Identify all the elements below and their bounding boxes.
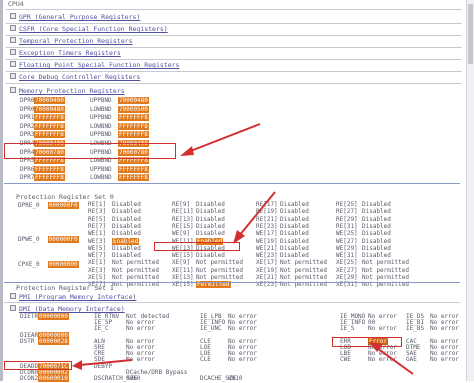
- dpr-bound-value: FFFFFFF8: [118, 131, 149, 139]
- arrow-annotation-4: [72, 359, 133, 370]
- dpr-bound-label: UPPBND: [90, 165, 112, 173]
- scrollbar-thumb[interactable]: [468, 4, 473, 64]
- section-pmi[interactable]: PMI (Program Memory Interface): [10, 292, 136, 302]
- section-row[interactable]: Temporal Protection Registers: [10, 36, 133, 46]
- prs-register-value: 000000F0: [47, 202, 79, 209]
- arrow-annotation-3: [369, 342, 414, 375]
- dpr4-highlight-box: [4, 143, 176, 159]
- section-row[interactable]: GPR (General Purpose Registers): [10, 12, 140, 22]
- prs-register-name: CPXE_0: [18, 261, 40, 268]
- dmi-field-value: No error: [228, 356, 257, 364]
- collapse-icon[interactable]: [10, 305, 16, 311]
- section-label[interactable]: Core Debug Controller Registers: [19, 73, 140, 81]
- prs-register-value: 000000F0: [47, 236, 79, 243]
- dpr-bound-label: LOWBND: [90, 105, 112, 113]
- section-row[interactable]: Core Debug Controller Registers: [10, 72, 140, 82]
- dmi-field-label: CLE: [200, 356, 211, 364]
- dpr-bound-label: UPPBND: [90, 97, 112, 104]
- section-row[interactable]: Memory Protection Registers: [10, 86, 125, 96]
- vertical-scrollbar[interactable]: [466, 0, 474, 381]
- dpr-bound-label: LOWBND: [90, 122, 112, 130]
- section-row[interactable]: Floating Point Special Function Register…: [10, 60, 179, 70]
- section-row[interactable]: CSFR (Core Special Function Registers): [10, 24, 168, 34]
- dpr-value: FFFFFFF8: [34, 122, 65, 130]
- collapse-icon[interactable]: [10, 293, 16, 299]
- section-row[interactable]: Exception Timers Registers: [10, 48, 121, 58]
- expand-icon[interactable]: [10, 25, 16, 31]
- dmi-field-value: No error: [430, 325, 459, 333]
- dmi-field-value: No error: [228, 325, 257, 333]
- dmi-field-label: IE_C: [94, 325, 109, 333]
- dpr-bound-value: FFFFFFF8: [118, 122, 149, 130]
- dpr-value: FFFFFFF8: [34, 165, 65, 173]
- expand-icon[interactable]: [10, 49, 16, 55]
- section-label[interactable]: CSFR (Core Special Function Registers): [19, 25, 168, 33]
- prs-register-value: 00000000: [47, 261, 79, 268]
- collapse-icon[interactable]: [10, 87, 16, 93]
- dpr-bound-label: LOWBND: [90, 174, 112, 182]
- dpr-value: FFFFFFF8: [34, 114, 65, 122]
- arrow-annotation-1: [180, 123, 261, 156]
- dpr-bound-value: FFFFFFF8: [118, 114, 149, 122]
- prs-register-name: DPRE_0: [18, 202, 40, 209]
- dmi-field-label: CWE: [340, 356, 351, 364]
- dpr-bound-label: UPPBND: [90, 114, 112, 122]
- dmi-field-value: No error: [368, 325, 397, 333]
- section-label[interactable]: GPR (General Purpose Registers): [19, 13, 140, 21]
- dpr-bound-value: FFFFFFF8: [118, 165, 149, 173]
- dmi-register-name: DIETR: [20, 313, 39, 320]
- expand-icon[interactable]: [10, 73, 16, 79]
- dpr-bound-value: 70000480: [118, 97, 149, 104]
- section-label[interactable]: Temporal Protection Registers: [19, 37, 133, 45]
- arrow-annotation-2: [233, 191, 276, 244]
- dmi-field-label: IE_BS: [406, 325, 425, 333]
- dmi-register-value: 00000000: [38, 313, 69, 320]
- dpr-bound-value: FFFFFFF8: [118, 174, 149, 182]
- dmi-field-value: No error: [430, 356, 459, 364]
- expand-icon[interactable]: [10, 61, 16, 67]
- dmi-field-label: IE_UNC: [200, 325, 222, 333]
- section-label[interactable]: Floating Point Special Function Register…: [19, 61, 179, 69]
- dmi-register-value: 00000028: [38, 337, 69, 345]
- dpr-value: 70000400: [34, 97, 65, 104]
- dpr-bound-value: 70000500: [118, 105, 149, 113]
- dpr-value: 70000480: [34, 105, 65, 113]
- dpr-bound-label: UPPBND: [90, 131, 112, 139]
- dpr-value: FFFFFFF8: [34, 174, 65, 182]
- expand-icon[interactable]: [10, 37, 16, 43]
- dpr-value: FFFFFFF8: [34, 131, 65, 139]
- cpu-title: CPU4: [8, 0, 24, 8]
- prs-register-name: DPWE_0: [18, 236, 40, 243]
- section-label[interactable]: Memory Protection Registers: [19, 87, 125, 95]
- dmi-field-label: IE_S: [340, 325, 355, 333]
- deadd-highlight-box: [4, 361, 72, 370]
- dmi-register-name: DSTR: [20, 337, 35, 345]
- dmi-field-value: No error: [126, 325, 155, 333]
- section-label[interactable]: Exception Timers Registers: [19, 49, 121, 57]
- expand-icon[interactable]: [10, 13, 16, 19]
